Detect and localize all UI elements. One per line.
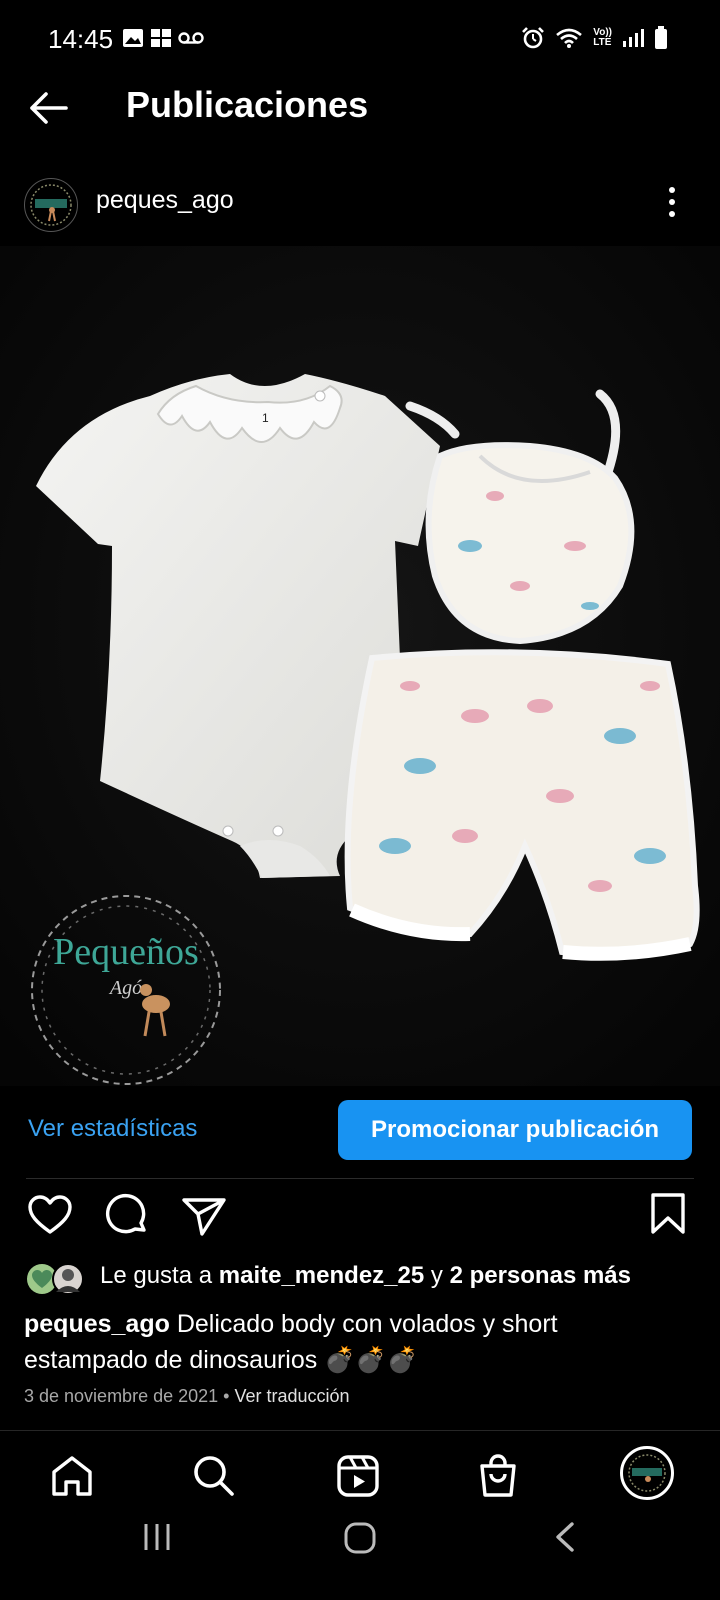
status-right-icons: Vo)) LTE <box>521 26 668 50</box>
voicemail-icon <box>178 32 204 44</box>
post-photo[interactable]: 1 Pequeños Agó <box>0 246 720 1086</box>
volte-indicator: Vo)) LTE <box>593 28 612 48</box>
send-icon <box>182 1198 226 1236</box>
shopping-bag-icon <box>480 1454 516 1497</box>
status-left-icons <box>122 28 204 48</box>
post-username[interactable]: peques_ago <box>96 186 234 215</box>
likers-avatars[interactable] <box>26 1262 88 1296</box>
caption-username[interactable]: peques_ago <box>24 1310 170 1338</box>
meta-separator: • <box>223 1386 230 1406</box>
home-icon <box>52 1456 92 1496</box>
brand-logo-icon <box>30 184 72 226</box>
baby-outfit-illustration: 1 Pequeños Agó <box>0 246 720 1086</box>
bookmark-icon <box>651 1193 685 1234</box>
system-navigation-bar <box>0 1510 720 1600</box>
likes-connector: y <box>430 1262 443 1289</box>
comment-button[interactable] <box>104 1192 152 1240</box>
signal-icon <box>623 29 644 47</box>
likes-prefix: Le gusta a <box>100 1262 213 1289</box>
more-vertical-icon <box>669 187 675 217</box>
home-nav-icon[interactable] <box>342 1520 378 1556</box>
svg-text:Pequeños: Pequeños <box>53 931 199 973</box>
reels-icon <box>337 1455 379 1497</box>
share-button[interactable] <box>180 1192 228 1240</box>
recent-apps-icon[interactable] <box>140 1520 174 1554</box>
like-button[interactable] <box>26 1192 74 1240</box>
svg-text:1: 1 <box>262 411 269 425</box>
tab-home[interactable] <box>48 1452 96 1500</box>
battery-icon <box>655 26 667 49</box>
liker-avatar-icon <box>27 1263 84 1295</box>
arrow-left-icon <box>30 92 68 124</box>
gallery-notification-icon <box>123 29 143 47</box>
post-caption: peques_ago Delicado body con volados y s… <box>24 1306 684 1378</box>
tab-reels[interactable] <box>334 1452 382 1500</box>
search-icon <box>194 1456 234 1496</box>
liker-username[interactable]: maite_mendez_25 <box>219 1262 424 1289</box>
svg-text:Agó: Agó <box>108 977 142 999</box>
profile-avatar[interactable] <box>24 178 78 232</box>
save-button[interactable] <box>648 1192 696 1240</box>
heart-icon <box>28 1195 72 1234</box>
back-button[interactable] <box>26 86 70 130</box>
page-title: Publicaciones <box>126 84 369 125</box>
divider <box>26 1178 694 1179</box>
view-insights-link[interactable]: Ver estadísticas <box>28 1115 197 1143</box>
promote-post-button[interactable]: Promocionar publicación <box>338 1100 692 1160</box>
tab-shop[interactable] <box>474 1452 522 1500</box>
more-options-button[interactable] <box>664 184 680 220</box>
status-time: 14:45 <box>48 24 114 54</box>
profile-logo-icon <box>628 1454 666 1492</box>
back-nav-icon[interactable] <box>550 1520 580 1554</box>
alarm-icon <box>522 27 545 49</box>
network-label: LTE <box>593 37 612 48</box>
comment-icon <box>105 1193 146 1234</box>
likes-others[interactable]: 2 personas más <box>450 1262 631 1289</box>
windows-notification-icon <box>151 29 171 47</box>
tab-profile[interactable] <box>620 1446 674 1500</box>
tab-search[interactable] <box>190 1452 238 1500</box>
status-bar: 14:45 Vo)) LTE <box>0 0 720 80</box>
post-date: 3 de noviembre de 2021 <box>24 1386 219 1406</box>
see-translation-link[interactable]: Ver traducción <box>235 1386 350 1406</box>
wifi-icon <box>556 28 583 48</box>
likes-summary[interactable]: Le gusta a maite_mendez_25 y 2 personas … <box>100 1262 631 1290</box>
post-meta: 3 de noviembre de 2021 • Ver traducción <box>24 1386 350 1407</box>
tabbar-divider <box>0 1430 720 1431</box>
